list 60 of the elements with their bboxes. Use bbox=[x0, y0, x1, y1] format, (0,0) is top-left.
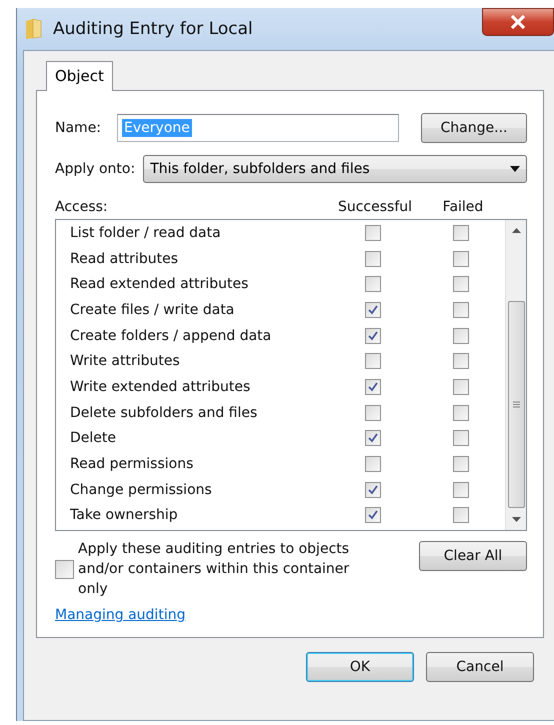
permission-name: List folder / read data bbox=[70, 224, 222, 241]
scrollbar[interactable] bbox=[505, 220, 526, 530]
change-button[interactable]: Change... bbox=[421, 113, 527, 143]
permission-name: Change permissions bbox=[70, 482, 213, 498]
checkbox[interactable] bbox=[365, 328, 381, 344]
checkbox[interactable] bbox=[453, 404, 469, 421]
checkbox[interactable] bbox=[453, 276, 469, 292]
checkbox[interactable] bbox=[453, 302, 469, 318]
permission-name: Take ownership bbox=[70, 507, 179, 524]
checkbox[interactable] bbox=[365, 378, 381, 395]
checkbox[interactable] bbox=[365, 404, 381, 421]
checkbox[interactable] bbox=[365, 430, 381, 446]
window-title: Auditing Entry for Local bbox=[53, 19, 253, 39]
checkbox[interactable] bbox=[453, 456, 469, 472]
apply-onto-dropdown[interactable]: This folder, subfolders and files bbox=[143, 155, 527, 183]
permission-name: Write attributes bbox=[70, 353, 181, 370]
checkbox[interactable] bbox=[365, 507, 381, 524]
permission-name: Write extended attributes bbox=[70, 378, 252, 395]
checkbox[interactable] bbox=[453, 224, 469, 241]
permission-name: Read extended attributes bbox=[70, 276, 250, 292]
clear-all-button[interactable]: Clear All bbox=[419, 541, 527, 571]
field-label: Apply onto: bbox=[55, 161, 136, 177]
caret-icon bbox=[510, 166, 520, 172]
checkbox[interactable] bbox=[365, 276, 381, 292]
permission-name: Read permissions bbox=[70, 456, 194, 472]
permission-name: Create files / write data bbox=[70, 302, 236, 318]
checkbox[interactable] bbox=[365, 353, 381, 370]
dialog-button[interactable]: OK bbox=[306, 652, 414, 682]
scroll-thumb[interactable] bbox=[508, 301, 524, 508]
permission-name: Delete subfolders and files bbox=[70, 404, 258, 421]
checkbox[interactable] bbox=[365, 302, 381, 318]
folder-icon bbox=[25, 18, 43, 40]
checkbox[interactable] bbox=[365, 456, 381, 472]
checkbox[interactable] bbox=[453, 328, 469, 344]
close-button[interactable] bbox=[482, 8, 554, 36]
column-header: Successful bbox=[338, 199, 412, 215]
checkbox[interactable] bbox=[453, 482, 469, 498]
checkbox[interactable] bbox=[453, 430, 469, 446]
field-label: Name: bbox=[55, 120, 102, 136]
column-header: Failed bbox=[442, 199, 484, 215]
checkbox[interactable] bbox=[453, 507, 469, 524]
scroll-down-icon[interactable] bbox=[512, 517, 520, 522]
checkbox-label: Apply these auditing entries to objects and/or containers within this container only bbox=[78, 540, 350, 599]
checkbox[interactable] bbox=[365, 482, 381, 498]
tab[interactable]: Object bbox=[46, 61, 113, 91]
permission-name: Read attributes bbox=[70, 250, 179, 266]
column-header: Access: bbox=[55, 199, 109, 215]
checkbox[interactable] bbox=[453, 250, 469, 266]
close-icon[interactable] bbox=[509, 15, 527, 29]
scroll-up-icon[interactable] bbox=[512, 228, 520, 233]
dialog-button[interactable]: Cancel bbox=[426, 652, 534, 682]
help-link[interactable]: Managing auditing bbox=[55, 607, 186, 623]
checkbox[interactable] bbox=[453, 353, 469, 370]
checkbox[interactable] bbox=[55, 560, 74, 578]
checkbox[interactable] bbox=[365, 224, 381, 241]
permission-name: Create folders / append data bbox=[70, 328, 272, 344]
field-value: Everyone bbox=[122, 119, 192, 137]
permission-name: Delete bbox=[70, 430, 117, 446]
checkbox[interactable] bbox=[365, 250, 381, 266]
checkbox[interactable] bbox=[453, 378, 469, 395]
